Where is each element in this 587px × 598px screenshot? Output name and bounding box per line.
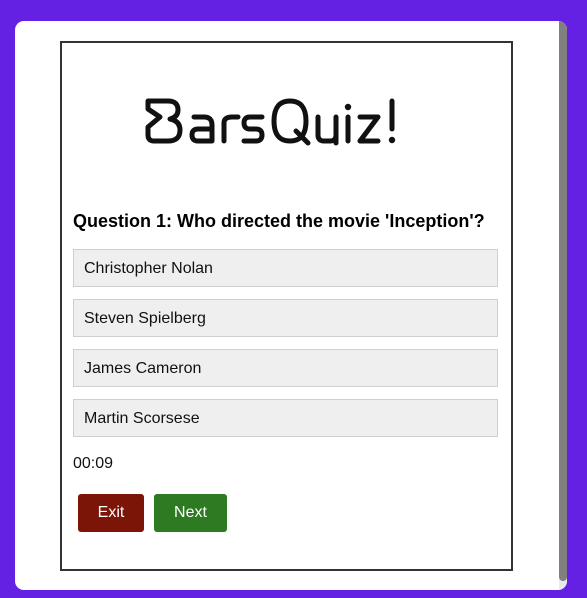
logo <box>62 95 511 155</box>
answer-option[interactable]: James Cameron <box>73 349 498 387</box>
exit-button[interactable]: Exit <box>78 494 144 532</box>
answer-option[interactable]: Christopher Nolan <box>73 249 498 287</box>
next-button[interactable]: Next <box>154 494 227 532</box>
scrollbar-thumb[interactable] <box>559 21 567 581</box>
answer-option[interactable]: Martin Scorsese <box>73 399 498 437</box>
answer-option[interactable]: Steven Spielberg <box>73 299 498 337</box>
barsquiz-logo <box>145 98 395 146</box>
question-text: Question 1: Who directed the movie 'Ince… <box>73 211 485 231</box>
quiz-container: Question 1: Who directed the movie 'Ince… <box>60 41 513 571</box>
scrollbar-track[interactable] <box>559 21 567 590</box>
timer: 00:09 <box>73 455 114 472</box>
quiz-card: Question 1: Who directed the movie 'Ince… <box>15 21 567 590</box>
